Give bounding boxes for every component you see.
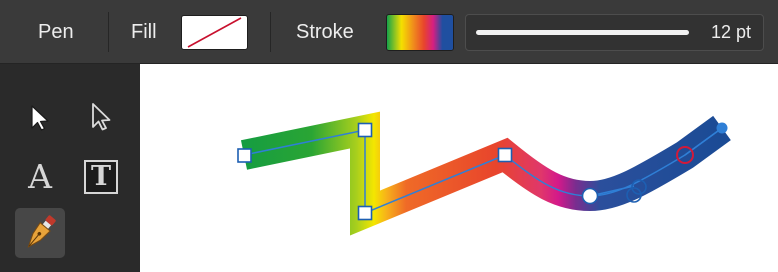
- no-fill-slash-icon: [187, 17, 242, 48]
- artistic-text-tool[interactable]: A: [15, 152, 65, 202]
- smooth-node[interactable]: [581, 187, 599, 205]
- canvas-artwork: [237, 111, 731, 236]
- stroke-color-swatch[interactable]: [386, 14, 454, 51]
- pen-tool[interactable]: [15, 208, 65, 258]
- stroke-width-control[interactable]: 12 pt: [465, 14, 764, 51]
- gradient-swatch-icon: [387, 15, 453, 50]
- arrow-filled-icon: [31, 105, 49, 131]
- node-tool[interactable]: [76, 92, 126, 142]
- path-node[interactable]: [357, 205, 373, 221]
- arrow-outline-icon: [92, 103, 111, 131]
- document-canvas[interactable]: [140, 64, 778, 272]
- path-node[interactable]: [497, 147, 513, 163]
- tools-panel: A T: [0, 64, 140, 272]
- app-window: Pen Fill Stroke 12 pt A T: [0, 0, 778, 272]
- toolbar-divider: [270, 12, 271, 52]
- stroke-width-value: 12 pt: [710, 22, 751, 42]
- frame-text-tool[interactable]: T: [76, 152, 126, 202]
- path-node[interactable]: [357, 122, 373, 138]
- context-toolbar: Pen Fill Stroke 12 pt: [0, 0, 778, 64]
- stroke-width-preview-line: [476, 30, 689, 35]
- fill-label: Fill: [131, 21, 157, 43]
- framed-t-icon: T: [84, 160, 118, 194]
- fill-color-swatch[interactable]: [181, 15, 248, 50]
- pen-nib-icon: [27, 215, 56, 248]
- toolbar-divider: [108, 12, 109, 52]
- tool-name-label: Pen: [38, 21, 74, 43]
- stroke-label: Stroke: [296, 21, 354, 43]
- path-node[interactable]: [237, 148, 252, 163]
- letter-a-icon: A: [28, 157, 52, 196]
- end-control-handle[interactable]: [716, 122, 728, 134]
- move-tool[interactable]: [15, 92, 65, 142]
